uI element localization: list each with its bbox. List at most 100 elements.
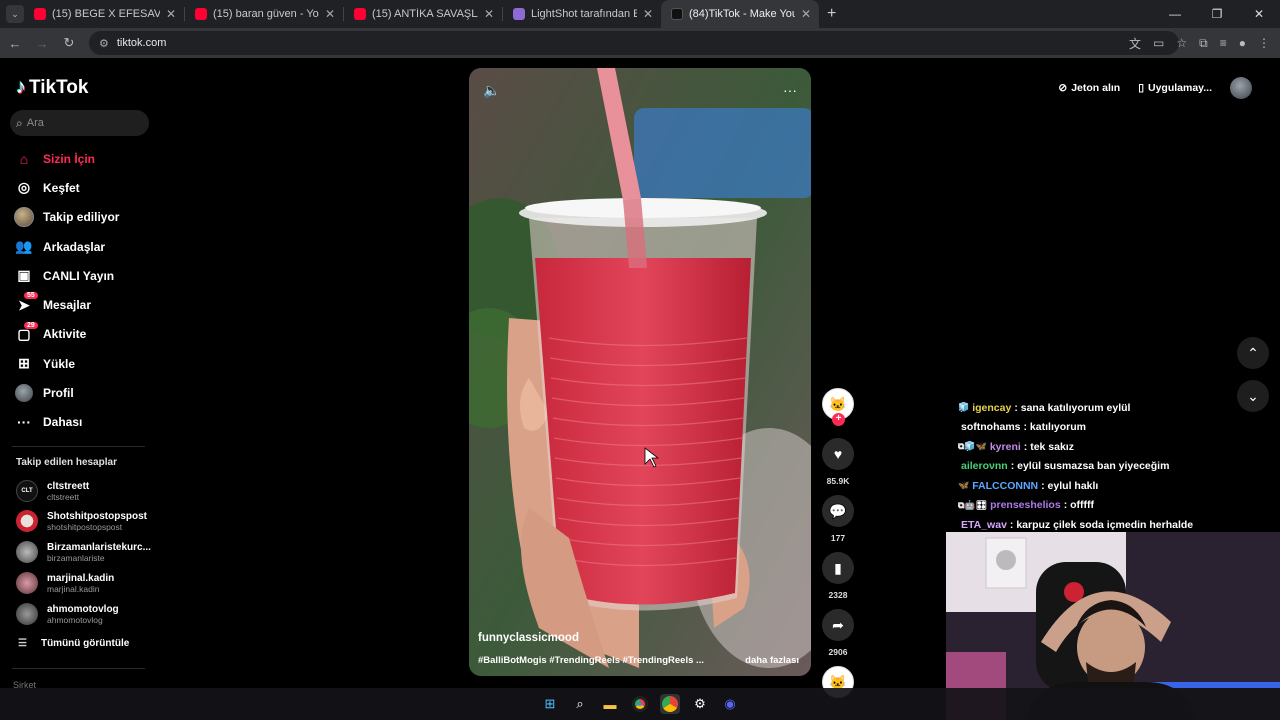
address-bar[interactable]: ⚙ tiktok.com <box>89 31 1179 55</box>
profile-icon[interactable]: ● <box>1239 36 1246 50</box>
close-tab-icon[interactable]: ✕ <box>801 7 811 21</box>
browser-tab[interactable]: LightShot tarafından Ekran Görü ✕ <box>503 0 661 28</box>
close-window-button[interactable]: ✕ <box>1238 7 1280 21</box>
tiktok-page: ♪ TikTok ⌕ Ara ⌂ Sizin İçin ◎ Keşfet Tak… <box>0 58 1280 720</box>
close-tab-icon[interactable]: ✕ <box>166 7 176 21</box>
tiktok-icon <box>671 8 683 20</box>
following-account[interactable]: Shotshitpostopspost shotshitpostopspost <box>16 510 147 532</box>
see-more-link[interactable]: daha fazlası <box>745 655 799 666</box>
window-controls: — ❐ ✕ <box>1154 0 1280 28</box>
like-button[interactable]: ♥ <box>822 438 854 470</box>
account-name: cltstreett <box>47 480 90 492</box>
sidebar-divider <box>12 668 145 669</box>
windows-start-icon[interactable]: ⊞ <box>540 694 560 714</box>
search-icon: ⌕ <box>16 115 23 130</box>
tiktok-note-icon: ♪ <box>16 76 26 98</box>
video-player[interactable]: 🔈 ··· funnyclassicmood #BalliBotMogis #T… <box>469 68 811 676</box>
site-info-icon[interactable]: ⚙ <box>99 37 109 50</box>
nav-explore[interactable]: ◎ Keşfet <box>14 173 119 202</box>
browser-tab[interactable]: (15) BEGE X EFESAVAGE -AKBIL ✕ <box>24 0 184 28</box>
nav-messages[interactable]: ➤ 55 Mesajlar <box>14 290 119 319</box>
following-account[interactable]: CLT cltstreett cltstreett <box>16 480 89 502</box>
chat-username: ETA_wav <box>961 518 1007 531</box>
chrome-icon[interactable] <box>630 694 650 714</box>
tiktok-logo[interactable]: ♪ TikTok <box>16 76 88 99</box>
get-app-button[interactable]: ▯ Uygulamay... <box>1138 82 1212 94</box>
video-more-icon[interactable]: ··· <box>783 82 797 99</box>
youtube-icon <box>195 8 207 20</box>
friends-icon: 👥 <box>15 238 33 255</box>
previous-video-button[interactable]: ⌃ <box>1237 337 1269 369</box>
following-account[interactable]: ahmomotovlog ahmomotovlog <box>16 603 119 625</box>
nav-activity[interactable]: ▢ 29 Aktivite <box>14 320 119 349</box>
account-username: birzamanlariste <box>47 552 105 563</box>
minimize-button[interactable]: — <box>1154 7 1196 21</box>
nav-following[interactable]: Takip ediliyor <box>14 203 119 232</box>
chat-badges: ⧉🧊🦋 <box>958 441 987 452</box>
follow-plus-icon[interactable]: + <box>832 413 845 426</box>
chat-text: : eylül susmazsa ban yiyeceğim <box>1010 460 1170 473</box>
chat-username: FALCCONNN <box>972 479 1039 492</box>
forward-button[interactable]: → <box>30 36 54 51</box>
back-button[interactable]: ← <box>3 36 27 51</box>
close-tab-icon[interactable]: ✕ <box>643 7 653 21</box>
discord-icon[interactable]: ◉ <box>720 694 740 714</box>
reload-button[interactable]: ↻ <box>57 35 81 51</box>
user-avatar[interactable] <box>1230 77 1252 99</box>
creator-avatar[interactable]: 🐱 + <box>822 388 854 426</box>
video-author[interactable]: funnyclassicmood <box>478 632 579 644</box>
extensions-icon[interactable]: ⧉ <box>1199 36 1208 51</box>
see-all-label: Tümünü görüntüle <box>40 638 130 649</box>
nav-live[interactable]: ▣ CANLI Yayın <box>14 261 119 290</box>
video-hashtags[interactable]: #BalliBotMogis #TrendingReels #TrendingR… <box>478 655 704 666</box>
menu-icon[interactable]: ⋮ <box>1258 36 1270 50</box>
search-input[interactable]: ⌕ Ara <box>10 110 149 136</box>
media-icon[interactable]: ≡ <box>1220 36 1227 50</box>
restore-button[interactable]: ❐ <box>1196 7 1238 21</box>
nav-more[interactable]: ··· Dahası <box>14 408 119 437</box>
nav-friends[interactable]: 👥 Arkadaşlar <box>14 232 119 261</box>
file-explorer-icon[interactable]: ▬ <box>600 694 620 714</box>
chat-username: softnohams <box>961 421 1021 434</box>
close-tab-icon[interactable]: ✕ <box>484 7 494 21</box>
translate-icon[interactable]: 文 <box>1129 35 1141 52</box>
sidebar-nav: ⌂ Sizin İçin ◎ Keşfet Takip ediliyor 👥 A… <box>14 144 119 437</box>
account-avatar <box>16 510 38 532</box>
chat-text: : karpuz çilek soda içmedin herhalde <box>1009 518 1194 531</box>
chat-message: softnohams : katılıyorum <box>958 418 1280 438</box>
browser-tab-active[interactable]: (84)TikTok - Make Your Day ✕ <box>661 0 819 28</box>
tab-search-icon[interactable]: ⌄ <box>6 5 24 23</box>
more-icon: ··· <box>17 414 31 431</box>
browser-tab[interactable]: (15) baran güven - YouTube ✕ <box>185 0 343 28</box>
share-button[interactable]: ➦ <box>822 609 854 641</box>
following-account[interactable]: marjinal.kadin marjinal.kadin <box>16 572 114 594</box>
taskbar-search-icon[interactable]: ⌕ <box>570 694 590 714</box>
chat-message: ⧉🧊🦋 kyreni : tek sakız <box>958 437 1280 457</box>
save-button[interactable]: ▮ <box>822 552 854 584</box>
nav-upload[interactable]: ⊞ Yükle <box>14 349 119 378</box>
tab-title: LightShot tarafından Ekran Görü <box>531 8 637 20</box>
cast-icon[interactable]: ▭ <box>1153 36 1164 50</box>
comment-button[interactable]: 💬 <box>822 495 854 527</box>
bookmark-star-icon[interactable]: ☆ <box>1176 36 1187 50</box>
chrome-active-icon[interactable] <box>660 694 680 714</box>
following-account[interactable]: Birzamanlaristekurc... birzamanlariste <box>16 541 151 563</box>
chat-text: : sana katılıyorum eylül <box>1014 401 1131 414</box>
close-tab-icon[interactable]: ✕ <box>325 7 335 21</box>
video-top-controls: 🔈 ··· <box>483 82 797 99</box>
account-avatar <box>16 603 38 625</box>
coin-icon: ⊘ <box>1058 82 1068 94</box>
brand-name: TikTok <box>29 76 89 98</box>
youtube-icon <box>34 8 46 20</box>
volume-icon[interactable]: 🔈 <box>483 82 500 99</box>
new-tab-button[interactable]: + <box>827 5 836 23</box>
app-tray-icon[interactable]: ⚙ <box>690 694 710 714</box>
browser-tab[interactable]: (15) ANTİKA SAVAŞLARI ! Baran ✕ <box>344 0 502 28</box>
nav-for-you[interactable]: ⌂ Sizin İçin <box>14 144 119 173</box>
see-all-following[interactable]: ☰ Tümünü görüntüle <box>18 638 129 649</box>
browser-tab-strip: ⌄ (15) BEGE X EFESAVAGE -AKBIL ✕ (15) ba… <box>0 0 1280 28</box>
tab-title: (15) BEGE X EFESAVAGE -AKBIL <box>52 8 160 20</box>
get-coins-button[interactable]: ⊘ Jeton alın <box>1058 82 1120 94</box>
nav-profile[interactable]: Profil <box>14 378 119 407</box>
header-actions: ⊘ Jeton alın ▯ Uygulamay... <box>1058 77 1252 99</box>
